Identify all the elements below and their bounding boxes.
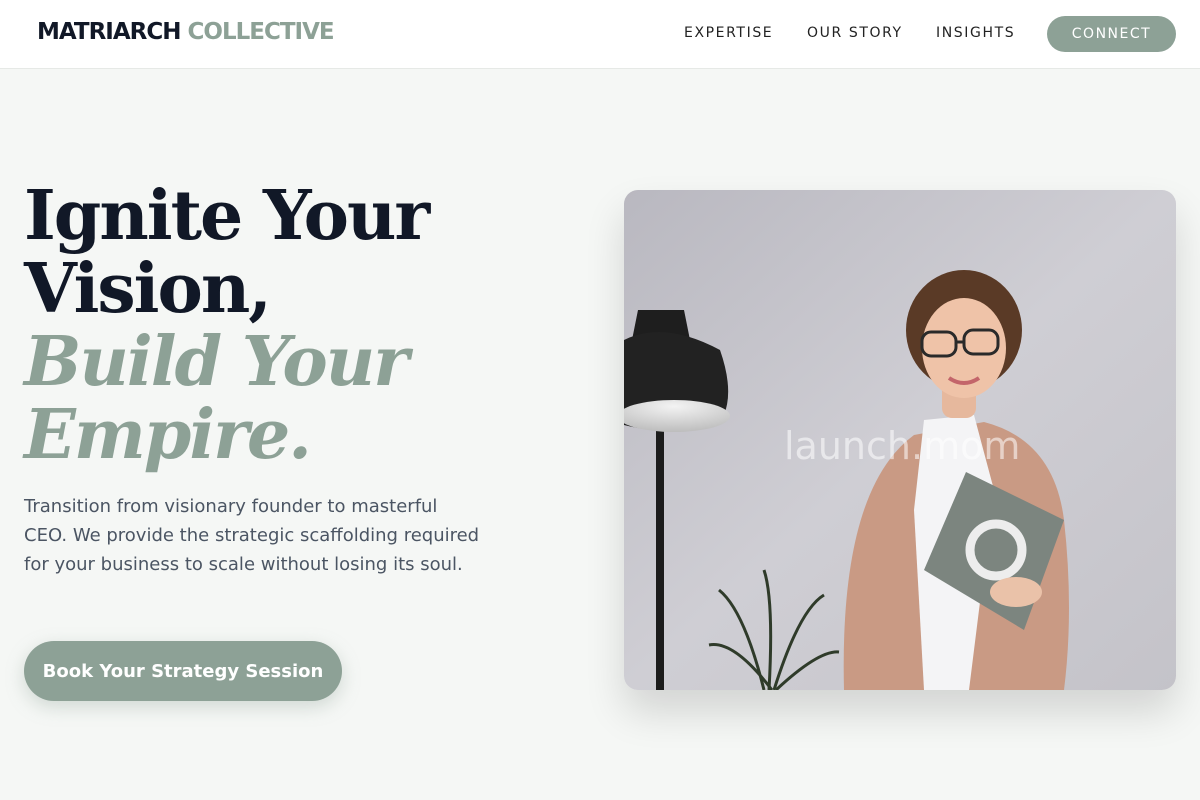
headline-line-1: Ignite Your — [24, 176, 430, 256]
brand-primary: MATRIARCH — [37, 19, 181, 45]
nav-insights[interactable]: INSIGHTS — [936, 25, 1015, 41]
connect-button[interactable]: CONNECT — [1047, 16, 1176, 52]
nav-expertise[interactable]: EXPERTISE — [684, 25, 773, 41]
photo-watermark: launch.mom — [784, 424, 1021, 468]
nav-our-story[interactable]: OUR STORY — [807, 25, 903, 41]
hero-subtext: Transition from visionary founder to mas… — [24, 496, 480, 575]
headline-line-4: Empire. — [24, 395, 312, 475]
headline-line-2: Vision, — [24, 249, 272, 329]
headline-line-3: Build Your — [24, 322, 409, 402]
brand-secondary: COLLECTIVE — [187, 19, 335, 45]
hero-photo: launch.mom — [624, 190, 1176, 690]
site-header: MATRIARCH COLLECTIVE EXPERTISE OUR STORY… — [0, 0, 1200, 69]
book-strategy-session-button[interactable]: Book Your Strategy Session — [24, 641, 342, 701]
brand-logo[interactable]: MATRIARCH COLLECTIVE — [37, 19, 335, 45]
hero-headline: Ignite Your Vision, Build Your Empire. — [24, 176, 430, 475]
